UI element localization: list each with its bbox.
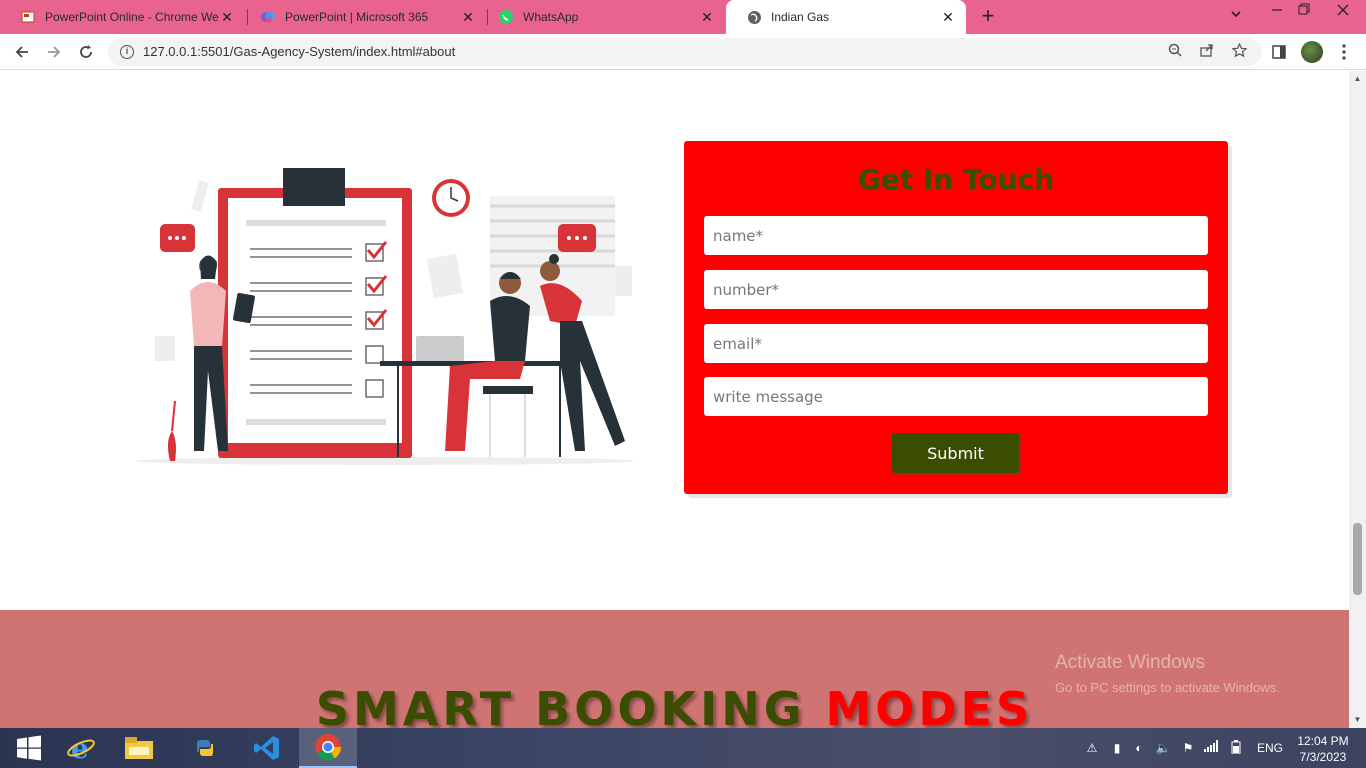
- chrome-icon[interactable]: [299, 728, 357, 768]
- tab-title: WhatsApp: [523, 10, 579, 24]
- start-windows-icon[interactable]: [0, 728, 58, 768]
- share-icon[interactable]: [1198, 43, 1216, 61]
- battery-icon[interactable]: [1228, 740, 1244, 756]
- sync-icon[interactable]: ◐: [1131, 740, 1147, 756]
- address-bar[interactable]: i 127.0.0.1:5501/Gas-Agency-System/index…: [108, 38, 1262, 66]
- language-indicator[interactable]: ENG: [1257, 741, 1283, 755]
- bookmark-star-icon[interactable]: [1230, 42, 1248, 61]
- tab-close-icon[interactable]: ✕: [219, 9, 235, 26]
- whatsapp-icon: [498, 9, 514, 25]
- activate-windows-watermark: Activate Windows Go to PC settings to ac…: [1055, 652, 1280, 695]
- system-clock[interactable]: 12:04 PM 7/3/2023: [1296, 733, 1350, 765]
- scroll-up-arrow-icon[interactable]: ▲: [1349, 71, 1366, 87]
- tab-close-icon[interactable]: ✕: [460, 9, 476, 26]
- tab-title: PowerPoint Online - Chrome Web: [45, 10, 219, 24]
- minimize-icon[interactable]: [1262, 0, 1292, 34]
- watermark-line2: Go to PC settings to activate Windows.: [1055, 680, 1280, 695]
- url-text: 127.0.0.1:5501/Gas-Agency-System/index.h…: [143, 44, 456, 59]
- clock-date: 7/3/2023: [1299, 750, 1347, 764]
- powerpoint-online-icon: [20, 9, 36, 25]
- tab-strip: PowerPoint Online - Chrome Web ✕ PowerPo…: [0, 0, 1366, 34]
- signal-icon[interactable]: [1203, 740, 1219, 756]
- globe-icon: [746, 9, 762, 25]
- clock-time: 12:04 PM: [1297, 734, 1349, 748]
- tab-title: Indian Gas: [771, 10, 830, 24]
- scroll-down-arrow-icon[interactable]: ▼: [1349, 712, 1366, 728]
- vscode-icon[interactable]: [238, 728, 296, 768]
- scrollbar-thumb[interactable]: [1353, 523, 1362, 595]
- watermark-line1: Activate Windows: [1055, 652, 1205, 673]
- windows-taskbar: e ⚠ ▮ ◐ 🔈 ⚑ ENG 12:04 PM 7/3/2023: [0, 728, 1366, 768]
- python-icon[interactable]: [176, 728, 234, 768]
- tab-whatsapp[interactable]: WhatsApp ✕: [478, 0, 725, 34]
- file-explorer-icon[interactable]: [110, 728, 168, 768]
- tab-search-chevron-icon[interactable]: [1230, 8, 1242, 23]
- microsoft365-icon: [260, 9, 276, 25]
- smart-booking-section: SMART BOOKING MODES Activate Windows Go …: [0, 610, 1349, 728]
- form-title: Get In Touch: [857, 163, 1055, 196]
- contact-illustration: [120, 161, 650, 471]
- page-viewport: Get In Touch Submit SMART BOOKING MODES …: [0, 71, 1349, 728]
- submit-button[interactable]: Submit: [892, 433, 1019, 473]
- page-scrollbar[interactable]: ▲ ▼: [1349, 71, 1366, 728]
- contact-form: Get In Touch Submit: [684, 141, 1228, 494]
- tab-powerpoint-online[interactable]: PowerPoint Online - Chrome Web ✕: [0, 0, 245, 34]
- section-title-part1: SMART BOOKING: [315, 682, 806, 728]
- tab-close-icon[interactable]: ✕: [940, 9, 956, 26]
- section-title-part2: MODES: [825, 682, 1034, 728]
- kebab-menu-icon[interactable]: [1334, 42, 1354, 62]
- forward-arrow-icon[interactable]: [42, 40, 66, 64]
- tab-close-icon[interactable]: ✕: [699, 9, 715, 26]
- restore-icon[interactable]: [1289, 0, 1319, 34]
- side-panel-icon[interactable]: [1269, 42, 1289, 62]
- name-field[interactable]: [704, 216, 1208, 255]
- tab-title: PowerPoint | Microsoft 365: [285, 10, 429, 24]
- site-info-icon[interactable]: i: [120, 45, 134, 59]
- new-tab-button[interactable]: +: [976, 5, 1000, 29]
- back-arrow-icon[interactable]: [10, 40, 34, 64]
- svg-text:e: e: [71, 733, 89, 763]
- browser-toolbar: i 127.0.0.1:5501/Gas-Agency-System/index…: [0, 34, 1366, 70]
- number-field[interactable]: [704, 270, 1208, 309]
- message-field[interactable]: [704, 377, 1208, 416]
- reload-icon[interactable]: [74, 40, 98, 64]
- window-close-icon[interactable]: [1320, 0, 1366, 34]
- email-field[interactable]: [704, 324, 1208, 363]
- internet-explorer-icon[interactable]: e: [52, 728, 110, 768]
- network-alert-icon[interactable]: ⚠: [1084, 740, 1100, 756]
- volume-icon[interactable]: 🔈: [1155, 740, 1171, 756]
- battery-alert-icon[interactable]: ▮: [1109, 740, 1125, 756]
- flag-alert-icon[interactable]: ⚑: [1180, 740, 1196, 756]
- tab-microsoft365[interactable]: PowerPoint | Microsoft 365 ✕: [240, 0, 486, 34]
- zoom-icon[interactable]: [1166, 43, 1184, 61]
- profile-avatar[interactable]: [1301, 41, 1323, 63]
- tab-indian-gas[interactable]: Indian Gas ✕: [726, 0, 966, 34]
